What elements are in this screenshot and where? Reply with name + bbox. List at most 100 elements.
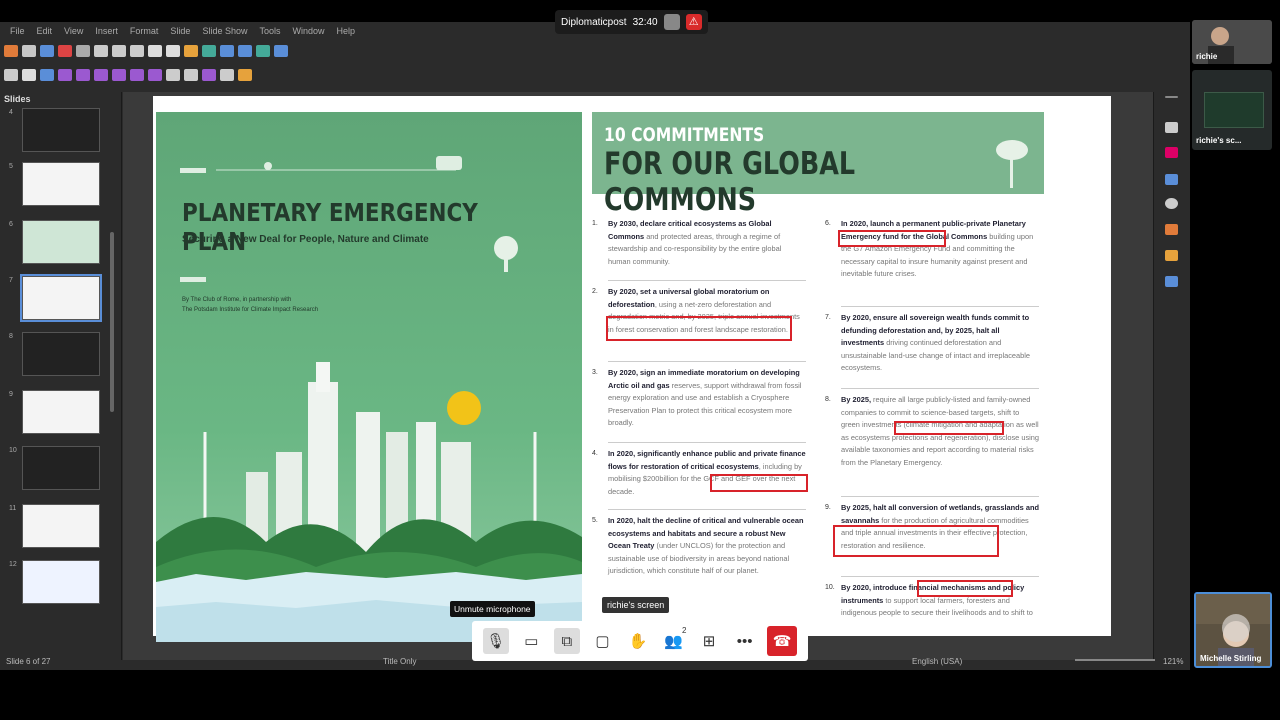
- chart-icon[interactable]: [256, 45, 270, 57]
- presenter-name: Diplomaticpost: [561, 16, 627, 28]
- highlight-icon[interactable]: [238, 69, 252, 81]
- slide-thumbnail[interactable]: 4: [9, 108, 100, 152]
- menu-item-file[interactable]: File: [4, 26, 31, 36]
- stop-share-icon[interactable]: [663, 14, 680, 30]
- menu-item-help[interactable]: Help: [331, 26, 362, 36]
- gallery-icon[interactable]: [1165, 224, 1178, 235]
- slide[interactable]: PLANETARY EMERGENCY PLAN Securing a New …: [153, 96, 1111, 642]
- slide-transition-icon[interactable]: [1165, 147, 1178, 158]
- poster-subtitle: Securing a New Deal for People, Nature a…: [182, 234, 429, 245]
- slide-thumbnail[interactable]: 12: [9, 560, 100, 604]
- call-controls: 🎙 ▭ ⧉ ▢ ✋ 👥 2 ⊞ ••• ☎: [472, 621, 808, 661]
- slide-thumbnail[interactable]: 10: [9, 446, 100, 490]
- menu-item-tools[interactable]: Tools: [253, 26, 286, 36]
- video-tile-richie[interactable]: richie: [1192, 20, 1272, 64]
- copy-icon[interactable]: [112, 45, 126, 57]
- highlight-box-financial-mechanisms: [917, 580, 1013, 597]
- image-icon[interactable]: [238, 45, 252, 57]
- master-slides-icon[interactable]: [1165, 174, 1178, 185]
- rectangle-icon[interactable]: [58, 69, 72, 81]
- cut-icon[interactable]: [94, 45, 108, 57]
- styles-icon[interactable]: [1165, 276, 1178, 287]
- textbox-icon[interactable]: [274, 45, 288, 57]
- zoom-level[interactable]: 121%: [1163, 657, 1183, 666]
- zoom-slider[interactable]: [1075, 659, 1155, 661]
- arrow-shape-icon[interactable]: [112, 69, 126, 81]
- slide-counter: Slide 6 of 27: [6, 656, 51, 666]
- menu-item-insert[interactable]: Insert: [89, 26, 124, 36]
- poster-illustration: [156, 156, 582, 642]
- arrange-icon[interactable]: [184, 69, 198, 81]
- paste-icon[interactable]: [130, 45, 144, 57]
- slide-thumbnail[interactable]: 11: [9, 504, 100, 548]
- slides-panel-scrollbar[interactable]: [110, 232, 114, 412]
- slide-thumbnail-number: 8: [9, 333, 13, 340]
- standard-toolbar: [0, 40, 1190, 62]
- crop-icon[interactable]: [202, 69, 216, 81]
- commitment-number: 6.: [825, 220, 831, 227]
- slide-thumbnail-number: 4: [9, 109, 13, 116]
- shape-icon[interactable]: [94, 69, 108, 81]
- sidebar-menu-icon[interactable]: [1165, 96, 1178, 98]
- slide-thumbnail[interactable]: 7: [9, 274, 102, 322]
- slide-thumbnail[interactable]: 9: [9, 390, 100, 434]
- unmute-tooltip: Unmute microphone: [450, 601, 535, 617]
- menu-item-slide-show[interactable]: Slide Show: [196, 26, 253, 36]
- participant-count: 2: [682, 626, 687, 635]
- video-tile-michelle[interactable]: Michelle Stirling: [1194, 592, 1272, 668]
- print-icon[interactable]: [76, 45, 90, 57]
- navigator-icon[interactable]: [1165, 198, 1178, 209]
- raise-hand-icon[interactable]: ✋: [625, 628, 651, 654]
- menu-item-edit[interactable]: Edit: [31, 26, 59, 36]
- table-icon[interactable]: [220, 45, 234, 57]
- animation-icon[interactable]: [1165, 250, 1178, 261]
- slide-thumbnail[interactable]: 8: [9, 332, 100, 376]
- spellcheck-icon[interactable]: [184, 45, 198, 57]
- video-tile-richie-screen[interactable]: richie's sc...: [1192, 70, 1272, 150]
- chat-icon[interactable]: ▢: [589, 628, 615, 654]
- commitment-number: 1.: [592, 220, 598, 227]
- highlight-box-green-investments: [894, 421, 1004, 435]
- menu-item-slide[interactable]: Slide: [164, 26, 196, 36]
- ellipse-icon[interactable]: [76, 69, 90, 81]
- save-icon[interactable]: [40, 45, 54, 57]
- camera-icon[interactable]: ▭: [518, 628, 544, 654]
- document-header: 10 COMMITMENTS FOR OUR GLOBAL COMMONS: [592, 112, 1044, 218]
- tile-view-icon[interactable]: ⊞: [696, 628, 722, 654]
- callout-icon[interactable]: [148, 69, 162, 81]
- highlight-box-emergency-fund: [838, 230, 946, 247]
- microphone-muted-icon[interactable]: 🎙: [482, 628, 509, 654]
- sidebar-deck: [1153, 92, 1190, 660]
- slide-thumbnail[interactable]: 5: [9, 162, 100, 206]
- hang-up-button[interactable]: ☎: [767, 626, 798, 656]
- new-icon[interactable]: [4, 45, 18, 57]
- slide-thumbnail-number: 5: [9, 163, 13, 170]
- slide-thumbnail-number: 6: [9, 221, 13, 228]
- slide-canvas: PLANETARY EMERGENCY PLAN Securing a New …: [123, 92, 1153, 660]
- share-screen-icon[interactable]: ⧉: [553, 628, 580, 654]
- menu-item-view[interactable]: View: [58, 26, 89, 36]
- screen-share-label: richie's screen: [602, 597, 670, 613]
- star-icon[interactable]: [130, 69, 144, 81]
- commitment-item: 3. By 2020, sign an immediate moratorium …: [592, 367, 806, 430]
- select-icon[interactable]: [4, 69, 18, 81]
- language[interactable]: English (USA): [912, 657, 962, 666]
- properties-icon[interactable]: [1165, 122, 1178, 133]
- more-options-icon[interactable]: •••: [732, 628, 758, 654]
- export-pdf-icon[interactable]: [58, 45, 72, 57]
- zoom-icon[interactable]: [22, 69, 36, 81]
- redo-icon[interactable]: [166, 45, 180, 57]
- menu-item-format[interactable]: Format: [124, 26, 165, 36]
- slide-thumbnail[interactable]: 6: [9, 220, 100, 264]
- menu-item-window[interactable]: Window: [286, 26, 330, 36]
- slide-thumbnail-number: 12: [9, 561, 17, 568]
- open-icon[interactable]: [22, 45, 36, 57]
- undo-icon[interactable]: [148, 45, 162, 57]
- align-icon[interactable]: [166, 69, 180, 81]
- video-tile-name: Michelle Stirling: [1200, 654, 1262, 663]
- grid-icon[interactable]: [202, 45, 216, 57]
- commitments-document: 10 COMMITMENTS FOR OUR GLOBAL COMMONS 1.…: [592, 112, 1044, 632]
- participants-icon[interactable]: 👥 2: [661, 626, 687, 654]
- fontwork-icon[interactable]: [220, 69, 234, 81]
- line-color-icon[interactable]: [40, 69, 54, 81]
